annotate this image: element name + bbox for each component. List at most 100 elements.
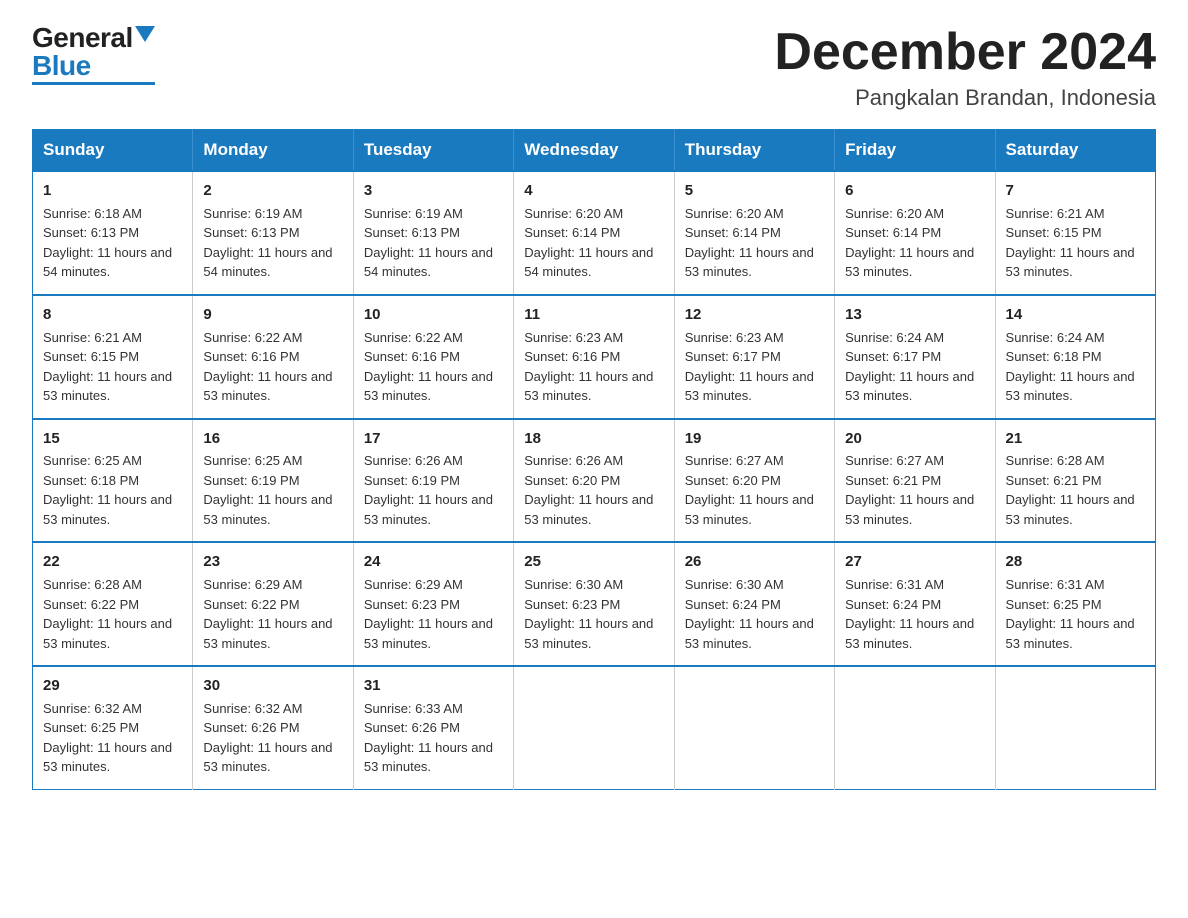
day-info: Sunrise: 6:21 AMSunset: 6:15 PMDaylight:… (1006, 204, 1145, 282)
day-number: 21 (1006, 428, 1145, 450)
header-monday: Monday (193, 130, 353, 172)
header-saturday: Saturday (995, 130, 1155, 172)
day-number: 9 (203, 304, 342, 326)
day-info: Sunrise: 6:24 AMSunset: 6:17 PMDaylight:… (845, 328, 984, 406)
calendar-cell: 26Sunrise: 6:30 AMSunset: 6:24 PMDayligh… (674, 542, 834, 666)
day-info: Sunrise: 6:29 AMSunset: 6:23 PMDaylight:… (364, 575, 503, 653)
day-info: Sunrise: 6:26 AMSunset: 6:20 PMDaylight:… (524, 451, 663, 529)
day-number: 10 (364, 304, 503, 326)
day-number: 3 (364, 180, 503, 202)
calendar-cell (674, 666, 834, 789)
day-number: 18 (524, 428, 663, 450)
calendar-cell: 4Sunrise: 6:20 AMSunset: 6:14 PMDaylight… (514, 171, 674, 295)
day-number: 25 (524, 551, 663, 573)
logo-triangle-icon (135, 26, 155, 42)
day-number: 26 (685, 551, 824, 573)
week-row-5: 29Sunrise: 6:32 AMSunset: 6:25 PMDayligh… (33, 666, 1156, 789)
calendar-cell: 11Sunrise: 6:23 AMSunset: 6:16 PMDayligh… (514, 295, 674, 419)
day-info: Sunrise: 6:25 AMSunset: 6:18 PMDaylight:… (43, 451, 182, 529)
week-row-2: 8Sunrise: 6:21 AMSunset: 6:15 PMDaylight… (33, 295, 1156, 419)
day-info: Sunrise: 6:30 AMSunset: 6:24 PMDaylight:… (685, 575, 824, 653)
calendar-table: SundayMondayTuesdayWednesdayThursdayFrid… (32, 129, 1156, 790)
day-info: Sunrise: 6:31 AMSunset: 6:25 PMDaylight:… (1006, 575, 1145, 653)
calendar-cell: 7Sunrise: 6:21 AMSunset: 6:15 PMDaylight… (995, 171, 1155, 295)
calendar-cell: 30Sunrise: 6:32 AMSunset: 6:26 PMDayligh… (193, 666, 353, 789)
day-number: 4 (524, 180, 663, 202)
header-sunday: Sunday (33, 130, 193, 172)
day-headers-row: SundayMondayTuesdayWednesdayThursdayFrid… (33, 130, 1156, 172)
calendar-cell: 16Sunrise: 6:25 AMSunset: 6:19 PMDayligh… (193, 419, 353, 543)
day-info: Sunrise: 6:23 AMSunset: 6:16 PMDaylight:… (524, 328, 663, 406)
logo: General Blue (32, 24, 155, 85)
day-number: 12 (685, 304, 824, 326)
day-number: 19 (685, 428, 824, 450)
calendar-cell: 29Sunrise: 6:32 AMSunset: 6:25 PMDayligh… (33, 666, 193, 789)
header-friday: Friday (835, 130, 995, 172)
calendar-cell: 23Sunrise: 6:29 AMSunset: 6:22 PMDayligh… (193, 542, 353, 666)
day-info: Sunrise: 6:22 AMSunset: 6:16 PMDaylight:… (203, 328, 342, 406)
calendar-cell: 17Sunrise: 6:26 AMSunset: 6:19 PMDayligh… (353, 419, 513, 543)
calendar-cell: 27Sunrise: 6:31 AMSunset: 6:24 PMDayligh… (835, 542, 995, 666)
day-info: Sunrise: 6:28 AMSunset: 6:21 PMDaylight:… (1006, 451, 1145, 529)
day-info: Sunrise: 6:32 AMSunset: 6:26 PMDaylight:… (203, 699, 342, 777)
calendar-cell (995, 666, 1155, 789)
calendar-title: December 2024 (774, 24, 1156, 81)
calendar-cell: 6Sunrise: 6:20 AMSunset: 6:14 PMDaylight… (835, 171, 995, 295)
calendar-cell (835, 666, 995, 789)
logo-general-text: General (32, 24, 133, 52)
calendar-cell: 13Sunrise: 6:24 AMSunset: 6:17 PMDayligh… (835, 295, 995, 419)
calendar-cell: 14Sunrise: 6:24 AMSunset: 6:18 PMDayligh… (995, 295, 1155, 419)
day-number: 22 (43, 551, 182, 573)
day-info: Sunrise: 6:22 AMSunset: 6:16 PMDaylight:… (364, 328, 503, 406)
day-number: 2 (203, 180, 342, 202)
header-thursday: Thursday (674, 130, 834, 172)
day-info: Sunrise: 6:25 AMSunset: 6:19 PMDaylight:… (203, 451, 342, 529)
calendar-cell: 5Sunrise: 6:20 AMSunset: 6:14 PMDaylight… (674, 171, 834, 295)
day-number: 8 (43, 304, 182, 326)
day-number: 31 (364, 675, 503, 697)
day-number: 6 (845, 180, 984, 202)
week-row-3: 15Sunrise: 6:25 AMSunset: 6:18 PMDayligh… (33, 419, 1156, 543)
week-row-4: 22Sunrise: 6:28 AMSunset: 6:22 PMDayligh… (33, 542, 1156, 666)
day-info: Sunrise: 6:20 AMSunset: 6:14 PMDaylight:… (524, 204, 663, 282)
day-number: 30 (203, 675, 342, 697)
day-number: 20 (845, 428, 984, 450)
day-info: Sunrise: 6:32 AMSunset: 6:25 PMDaylight:… (43, 699, 182, 777)
calendar-cell: 21Sunrise: 6:28 AMSunset: 6:21 PMDayligh… (995, 419, 1155, 543)
calendar-cell: 9Sunrise: 6:22 AMSunset: 6:16 PMDaylight… (193, 295, 353, 419)
logo-underline (32, 82, 155, 85)
day-number: 23 (203, 551, 342, 573)
day-info: Sunrise: 6:26 AMSunset: 6:19 PMDaylight:… (364, 451, 503, 529)
header-tuesday: Tuesday (353, 130, 513, 172)
day-info: Sunrise: 6:29 AMSunset: 6:22 PMDaylight:… (203, 575, 342, 653)
day-info: Sunrise: 6:27 AMSunset: 6:21 PMDaylight:… (845, 451, 984, 529)
day-number: 13 (845, 304, 984, 326)
day-info: Sunrise: 6:27 AMSunset: 6:20 PMDaylight:… (685, 451, 824, 529)
day-info: Sunrise: 6:24 AMSunset: 6:18 PMDaylight:… (1006, 328, 1145, 406)
day-number: 28 (1006, 551, 1145, 573)
calendar-body: 1Sunrise: 6:18 AMSunset: 6:13 PMDaylight… (33, 171, 1156, 789)
week-row-1: 1Sunrise: 6:18 AMSunset: 6:13 PMDaylight… (33, 171, 1156, 295)
day-number: 24 (364, 551, 503, 573)
calendar-cell: 24Sunrise: 6:29 AMSunset: 6:23 PMDayligh… (353, 542, 513, 666)
calendar-cell: 12Sunrise: 6:23 AMSunset: 6:17 PMDayligh… (674, 295, 834, 419)
day-info: Sunrise: 6:30 AMSunset: 6:23 PMDaylight:… (524, 575, 663, 653)
calendar-title-block: December 2024 Pangkalan Brandan, Indones… (774, 24, 1156, 111)
calendar-cell: 20Sunrise: 6:27 AMSunset: 6:21 PMDayligh… (835, 419, 995, 543)
day-info: Sunrise: 6:23 AMSunset: 6:17 PMDaylight:… (685, 328, 824, 406)
calendar-cell: 18Sunrise: 6:26 AMSunset: 6:20 PMDayligh… (514, 419, 674, 543)
calendar-cell: 25Sunrise: 6:30 AMSunset: 6:23 PMDayligh… (514, 542, 674, 666)
logo-blue-text: Blue (32, 52, 155, 80)
day-number: 5 (685, 180, 824, 202)
calendar-cell (514, 666, 674, 789)
calendar-cell: 22Sunrise: 6:28 AMSunset: 6:22 PMDayligh… (33, 542, 193, 666)
day-info: Sunrise: 6:31 AMSunset: 6:24 PMDaylight:… (845, 575, 984, 653)
calendar-cell: 10Sunrise: 6:22 AMSunset: 6:16 PMDayligh… (353, 295, 513, 419)
day-number: 7 (1006, 180, 1145, 202)
day-number: 1 (43, 180, 182, 202)
day-number: 27 (845, 551, 984, 573)
day-number: 15 (43, 428, 182, 450)
day-number: 14 (1006, 304, 1145, 326)
calendar-header: SundayMondayTuesdayWednesdayThursdayFrid… (33, 130, 1156, 172)
day-info: Sunrise: 6:33 AMSunset: 6:26 PMDaylight:… (364, 699, 503, 777)
